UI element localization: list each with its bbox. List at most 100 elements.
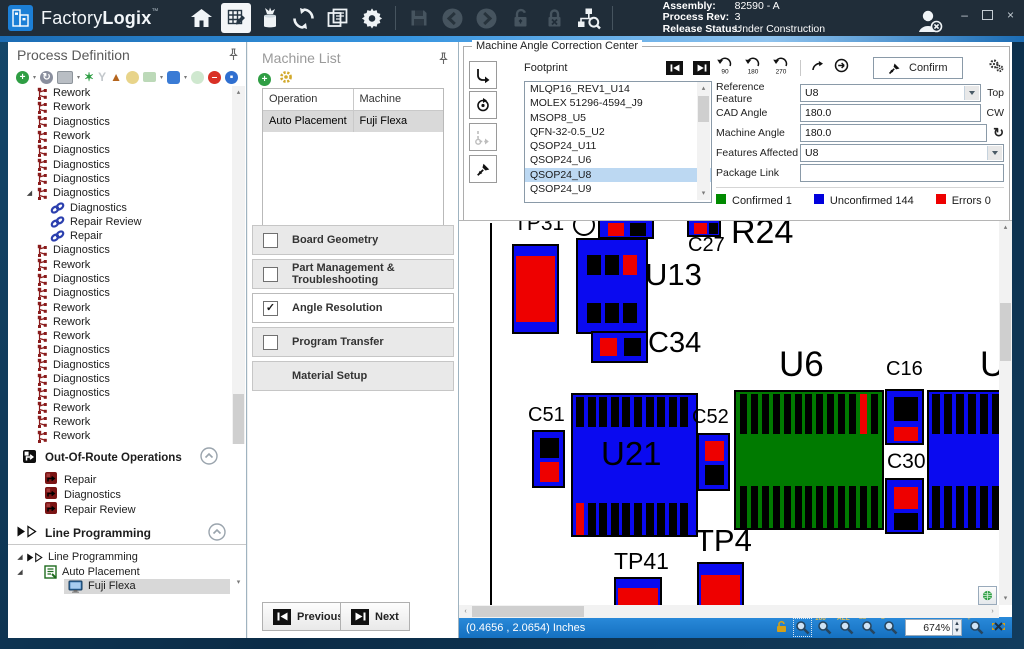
machine-angle-input[interactable]: 180.0 (800, 124, 987, 142)
angle-settings-gears-icon[interactable] (988, 58, 1004, 78)
tree-item[interactable]: Repair (8, 229, 230, 243)
cleanup-icon[interactable]: ▲ (110, 70, 122, 84)
close-button[interactable]: × (1007, 8, 1014, 22)
zoom-level-input[interactable]: 674% (905, 619, 953, 636)
reports-icon[interactable] (321, 1, 355, 35)
lock-icon[interactable] (538, 1, 572, 35)
zoom-stepper[interactable]: ▲▼ (953, 619, 962, 636)
delete-icon[interactable] (167, 71, 180, 84)
tree-item[interactable]: ◢Diagnostics (8, 186, 230, 200)
tree-item[interactable]: Rework (8, 401, 230, 415)
pcb-component-U13[interactable] (576, 238, 648, 334)
back-icon[interactable] (436, 1, 470, 35)
zoom-area-icon[interactable] (795, 620, 810, 635)
zoom-100-icon[interactable]: 100 (817, 620, 832, 635)
section-checkbox[interactable] (263, 267, 278, 282)
column-header-machine[interactable]: Machine (354, 89, 444, 110)
pcb-component-U-right[interactable] (927, 390, 1007, 530)
route-audit-icon[interactable] (572, 1, 606, 35)
footprint-item[interactable]: QSOP24_U6 (525, 153, 711, 167)
pin-icon[interactable] (229, 48, 238, 66)
panel-scroll-down-icon[interactable]: ▾ (232, 576, 245, 589)
tree-item[interactable]: Diagnostics (8, 243, 230, 257)
tree-item[interactable]: Repair Review (8, 215, 230, 229)
refresh-angle-icon[interactable]: ↻ (993, 125, 1004, 141)
rotate-90-icon[interactable]: 90 (716, 57, 734, 79)
tree-item[interactable]: Rework (8, 300, 230, 314)
process-editor-icon[interactable] (219, 1, 253, 35)
scrollbar-thumb[interactable] (233, 394, 244, 444)
out-of-route-item[interactable]: Repair (8, 472, 230, 487)
tree-item[interactable]: Diagnostics (8, 143, 230, 157)
tree-item[interactable]: Rework (8, 315, 230, 329)
zoom-all-icon[interactable]: ALL (839, 620, 854, 635)
zoom-in-icon[interactable]: + (969, 620, 984, 635)
pcb-horizontal-scrollbar[interactable]: ‹ › (459, 605, 999, 618)
pcb-component-U6[interactable] (734, 390, 884, 530)
pcb-component-TP4[interactable] (697, 562, 744, 609)
print-icon[interactable] (57, 71, 73, 84)
pcb-component-C30[interactable] (885, 478, 924, 534)
footprint-scrollbar[interactable]: ▴ ▾ (697, 82, 710, 200)
tree-item[interactable]: Rework (8, 100, 230, 114)
logout-user-icon[interactable] (912, 4, 946, 38)
pcb-component-TP31[interactable] (512, 244, 559, 334)
rotate-all-button[interactable] (469, 91, 497, 119)
remove-icon[interactable]: – (208, 71, 221, 84)
tree-item[interactable]: Rework (8, 258, 230, 272)
tree-item[interactable]: Rework (8, 415, 230, 429)
expand-caret[interactable]: ◢ (14, 553, 26, 561)
chevron-down-icon[interactable] (987, 146, 1002, 160)
cad-angle-input[interactable]: 180.0 (800, 104, 981, 122)
zoom-lock-icon[interactable] (775, 620, 788, 636)
home-icon[interactable] (185, 1, 219, 35)
add-dropdown-icon[interactable]: ▾ (33, 74, 36, 81)
tree-item[interactable]: Rework (8, 429, 230, 443)
section-program-transfer[interactable]: Program Transfer (252, 327, 454, 357)
machine-table-row[interactable]: Auto Placement Fuji Flexa (263, 111, 443, 132)
rotate-feature-button[interactable] (469, 61, 497, 89)
section-board-geometry[interactable]: Board Geometry (252, 225, 454, 255)
unlock-icon[interactable] (504, 1, 538, 35)
section-checkbox[interactable]: ✓ (263, 301, 278, 316)
settings-gear-icon[interactable] (355, 1, 389, 35)
scroll-down-icon[interactable]: ▾ (697, 187, 710, 200)
pcb-component-C34[interactable] (591, 331, 648, 363)
section-part-management-troubleshooting[interactable]: Part Management & Troubleshooting (252, 259, 454, 289)
tree-item[interactable]: Diagnostics (8, 115, 230, 129)
footprint-item[interactable]: QFN-32-0.5_U2 (525, 125, 711, 139)
tree-item[interactable]: Diagnostics (8, 157, 230, 171)
dart-confirm-button[interactable] (469, 155, 497, 183)
tree-item[interactable]: Rework (8, 129, 230, 143)
zoom-out-icon[interactable]: – (883, 620, 898, 635)
scrollbar-thumb[interactable] (698, 96, 709, 122)
scroll-up-icon[interactable]: ▴ (697, 82, 710, 95)
sync-icon[interactable] (287, 1, 321, 35)
pcb-vertical-scrollbar[interactable]: ▴ ▾ (999, 221, 1012, 605)
tree-item-fuji-flexa-selected[interactable]: Fuji Flexa (64, 579, 230, 594)
maximize-button[interactable] (982, 10, 993, 20)
footprint-item[interactable]: MLQP16_REV1_U14 (525, 82, 711, 96)
save-icon[interactable] (402, 1, 436, 35)
target-feature-icon[interactable] (834, 58, 849, 78)
forward-icon[interactable] (470, 1, 504, 35)
stop-icon[interactable]: ▪ (225, 71, 238, 84)
footprint-item[interactable]: MOLEX 51296-4594_J9 (525, 96, 711, 110)
scroll-right-icon[interactable]: › (986, 605, 999, 618)
pcb-component-C51[interactable] (532, 430, 565, 488)
zoom-out-large-icon[interactable]: –– (861, 620, 876, 635)
delete-dropdown-icon[interactable]: ▾ (184, 74, 187, 81)
features-affected-select[interactable]: U8 (800, 144, 1004, 162)
machine-settings-icon[interactable] (279, 70, 293, 89)
pcb-component-C52[interactable] (697, 433, 730, 491)
tree-item[interactable]: Diagnostics (8, 343, 230, 357)
tree-item[interactable]: Diagnostics (8, 200, 230, 214)
out-of-route-item[interactable]: Diagnostics (8, 487, 230, 502)
scroll-up-icon[interactable]: ▴ (999, 221, 1012, 234)
next-button[interactable]: Next (340, 602, 410, 631)
collapse-line-programming-icon[interactable] (208, 523, 226, 541)
scroll-left-icon[interactable]: ‹ (459, 605, 472, 618)
pcb-component-comp-top[interactable] (598, 220, 654, 239)
tree-item[interactable]: Diagnostics (8, 386, 230, 400)
tree-item[interactable]: Diagnostics (8, 358, 230, 372)
